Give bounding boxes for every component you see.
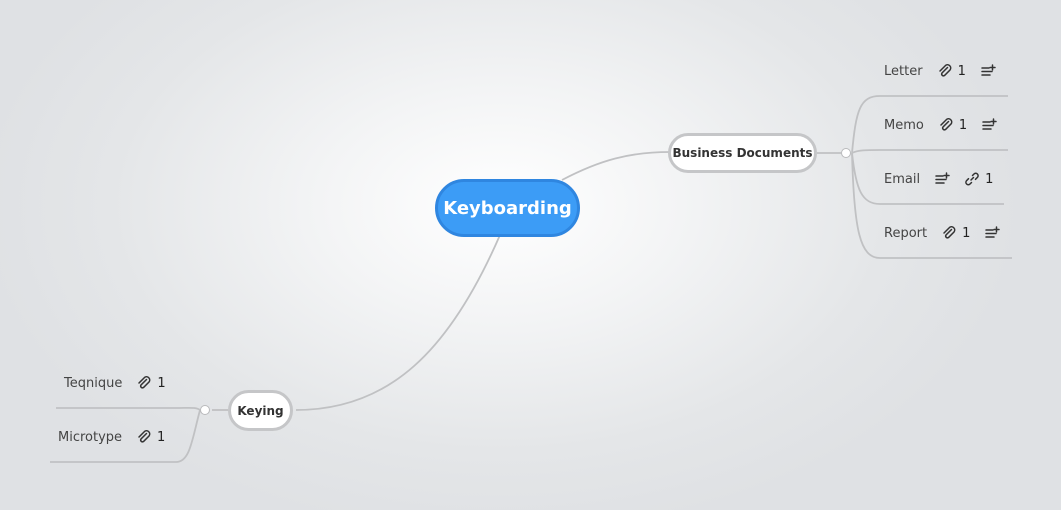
subtopic-teqnique[interactable]: Teqnique 1 (64, 372, 166, 394)
attachment-indicator[interactable]: 1 (937, 63, 966, 79)
central-topic-keyboarding[interactable]: Keyboarding (435, 179, 580, 237)
business-documents-collapse-toggle[interactable] (841, 148, 851, 158)
subtopic-label: Letter (884, 63, 923, 79)
connector-memo (851, 149, 1008, 154)
attachment-count: 1 (962, 225, 971, 241)
attachment-icon (138, 430, 151, 443)
attachment-indicator[interactable]: 1 (941, 225, 970, 241)
notes-indicator[interactable] (981, 117, 997, 133)
subtopic-memo[interactable]: Memo 1 (884, 114, 997, 136)
notes-icon (981, 64, 996, 76)
notes-icon (982, 118, 997, 130)
connector-root-keying (295, 234, 501, 411)
subtopic-report[interactable]: Report 1 (884, 222, 1001, 244)
attachment-count: 1 (157, 429, 166, 445)
topic-keying[interactable]: Keying (228, 390, 293, 431)
link-icon (965, 172, 979, 186)
attachment-count: 1 (958, 117, 968, 133)
link-count: 1 (985, 171, 994, 187)
attachment-icon (938, 64, 951, 77)
topic-business-documents[interactable]: Business Documents (668, 133, 817, 173)
notes-indicator[interactable] (934, 171, 950, 187)
attachment-count: 1 (957, 63, 966, 79)
keying-collapse-toggle[interactable] (200, 405, 210, 415)
topic-label: Keying (237, 403, 284, 418)
notes-indicator[interactable] (980, 63, 996, 79)
subtopic-label: Email (884, 171, 921, 187)
subtopic-letter[interactable]: Letter 1 (884, 60, 996, 82)
central-topic-label: Keyboarding (443, 197, 572, 219)
attachment-count: 1 (157, 375, 166, 391)
subtopic-microtype[interactable]: Microtype 1 (58, 426, 165, 448)
notes-icon (935, 172, 950, 184)
subtopic-label: Report (884, 225, 928, 241)
notes-icon (985, 226, 1001, 238)
attachment-icon (943, 226, 956, 239)
attachment-indicator[interactable]: 1 (136, 375, 166, 391)
attachment-indicator[interactable]: 1 (938, 117, 967, 133)
connector-root-business-documents (561, 151, 671, 181)
attachment-icon (940, 118, 953, 131)
connector-teqnique (56, 406, 201, 411)
attachment-indicator[interactable]: 1 (136, 429, 165, 445)
link-indicator[interactable]: 1 (964, 171, 993, 187)
subtopic-label: Microtype (58, 429, 123, 445)
topic-label: Business Documents (672, 146, 813, 160)
subtopic-label: Memo (884, 117, 924, 133)
subtopic-label: Teqnique (64, 375, 123, 391)
notes-indicator[interactable] (984, 225, 1001, 241)
attachment-icon (138, 376, 151, 389)
subtopic-email[interactable]: Email 1 (884, 168, 993, 190)
